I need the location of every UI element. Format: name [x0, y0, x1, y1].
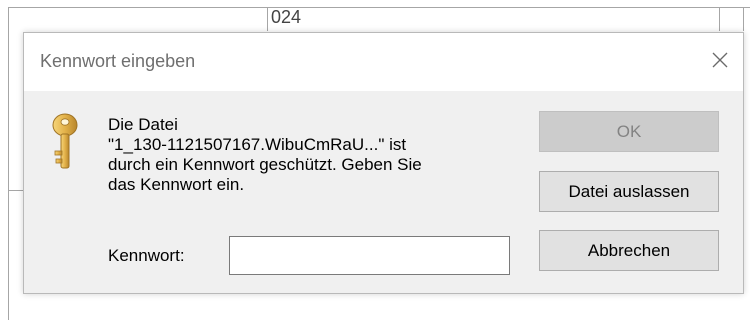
close-icon: [703, 43, 737, 77]
cancel-button[interactable]: Abbrechen: [539, 230, 719, 271]
background-window-top-border: [8, 7, 750, 8]
password-dialog: Kennwort eingeben Die Datei "1_130-11215…: [23, 32, 744, 294]
message-line: "1_130-1121507167.WibuCmRaU..." ist: [108, 135, 407, 154]
message-line: durch ein Kennwort geschützt. Geben Sie: [108, 155, 422, 174]
background-row-divider: [8, 190, 23, 191]
message-line: das Kennwort ein.: [108, 175, 245, 194]
background-column-divider: [267, 7, 268, 31]
background-cell-text: 024: [271, 7, 302, 27]
password-label: Kennwort:: [108, 246, 185, 265]
ok-button[interactable]: OK: [539, 111, 719, 152]
screen: 024 Kennwort eingeben Die Datei "1_130-1…: [0, 0, 750, 320]
skip-file-button[interactable]: Datei auslassen: [539, 171, 719, 212]
password-input[interactable]: [229, 236, 510, 275]
background-window-right-edge-2: [743, 7, 744, 31]
message-line: Die Datei: [108, 115, 178, 134]
background-window-left-border: [8, 7, 9, 320]
background-window-right-edge: [719, 7, 720, 31]
dialog-message: Die Datei "1_130-1121507167.WibuCmRaU...…: [108, 115, 523, 195]
dialog-title: Kennwort eingeben: [40, 51, 196, 71]
key-icon: [50, 113, 80, 171]
dialog-titlebar: Kennwort eingeben: [24, 33, 743, 91]
close-button[interactable]: [703, 43, 737, 77]
